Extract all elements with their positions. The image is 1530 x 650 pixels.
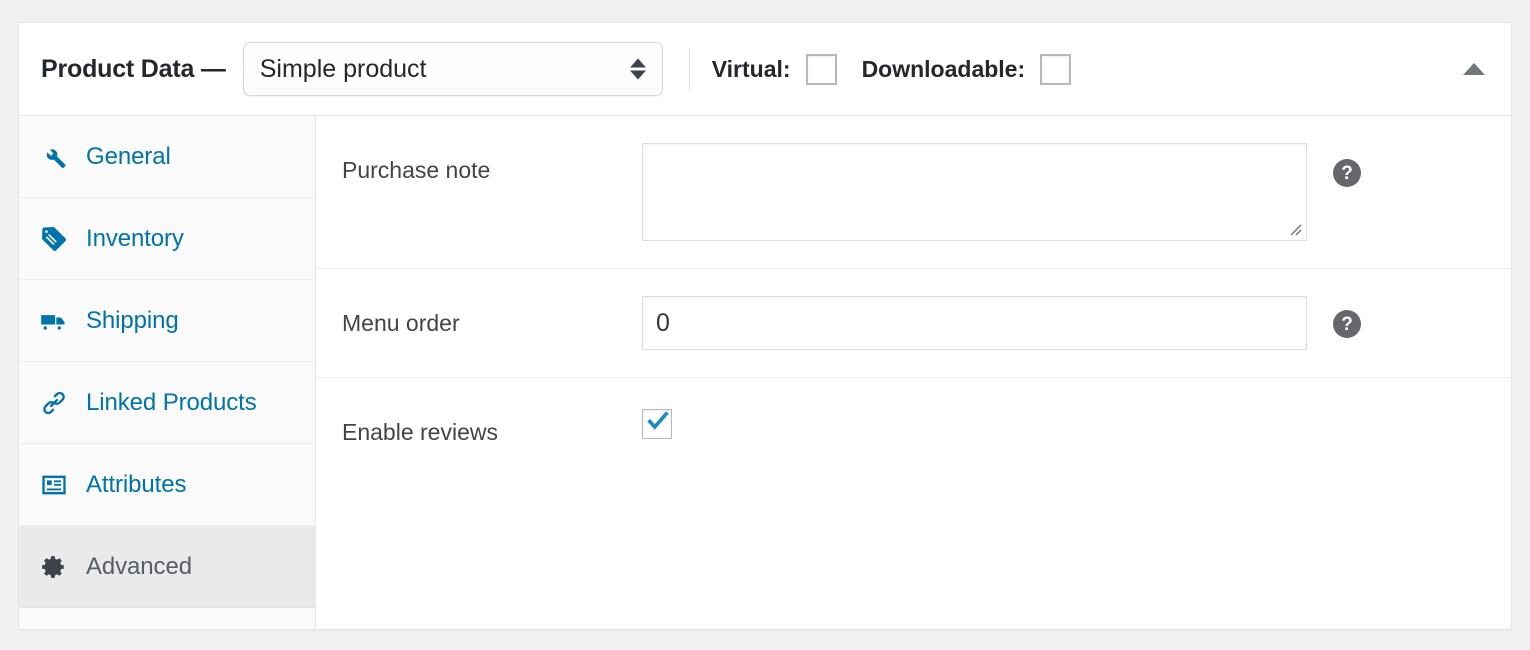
help-icon[interactable]: ? [1333,159,1361,187]
resize-handle-icon[interactable] [1287,221,1303,237]
menu-order-control: 0 [642,296,1307,350]
sidebar-item-attributes[interactable]: Attributes [19,444,315,526]
menu-order-row: Menu order 0 ? [316,269,1511,378]
truck-icon [39,306,69,336]
sidebar-item-label: Linked Products [86,389,257,417]
sidebar-item-advanced[interactable]: Advanced [19,526,315,608]
sidebar-item-label: General [86,143,171,171]
list-view-icon [39,470,69,500]
link-icon [39,388,69,418]
product-data-panel: Product Data — Simple product Virtual: D… [18,22,1512,630]
virtual-checkbox[interactable] [806,54,837,85]
sidebar-item-label: Attributes [86,471,186,499]
sidebar-item-linked-products[interactable]: Linked Products [19,362,315,444]
product-type-selected-value: Simple product [260,55,427,84]
purchase-note-control [642,143,1307,241]
sidebar-item-general[interactable]: General [19,116,315,198]
virtual-label: Virtual: [712,56,791,83]
panel-header: Product Data — Simple product Virtual: D… [19,23,1511,116]
downloadable-field: Downloadable: [862,54,1072,85]
menu-order-input[interactable]: 0 [642,296,1307,350]
stepper-arrows-icon[interactable] [630,59,646,80]
checkmark-icon [645,408,671,434]
sidebar-item-label: Inventory [86,225,184,253]
wrench-icon [39,142,69,172]
product-type-select-wrap: Simple product [243,42,663,96]
sidebar-item-inventory[interactable]: Inventory [19,198,315,280]
virtual-field: Virtual: [712,54,837,85]
purchase-note-label: Purchase note [342,143,642,184]
product-type-select[interactable]: Simple product [243,42,663,96]
page-title: Product Data — [41,55,226,84]
downloadable-checkbox[interactable] [1040,54,1071,85]
purchase-note-textarea[interactable] [642,143,1307,241]
product-data-tabs: General Inventory Shipping [19,116,316,630]
enable-reviews-checkbox[interactable] [642,409,672,439]
header-divider [689,48,690,90]
enable-reviews-row: Enable reviews [316,378,1511,473]
sidebar-item-shipping[interactable]: Shipping [19,280,315,362]
sidebar-footer-spacer [19,608,315,630]
sidebar-item-label: Shipping [86,307,179,335]
enable-reviews-control [642,405,672,439]
help-icon[interactable]: ? [1333,310,1361,338]
panel-body: General Inventory Shipping [19,116,1511,630]
triangle-up-icon[interactable] [1463,63,1485,75]
downloadable-label: Downloadable: [862,56,1026,83]
stepper-up-icon [630,59,646,68]
purchase-note-row: Purchase note ? [316,116,1511,269]
sidebar-item-label: Advanced [86,553,192,581]
menu-order-value: 0 [656,309,670,338]
gear-icon [39,552,69,582]
enable-reviews-label: Enable reviews [342,405,642,446]
panel-content: Purchase note ? Menu order 0 [316,116,1511,630]
tag-icon [39,224,69,254]
stepper-down-icon [630,71,646,80]
menu-order-label: Menu order [342,296,642,337]
